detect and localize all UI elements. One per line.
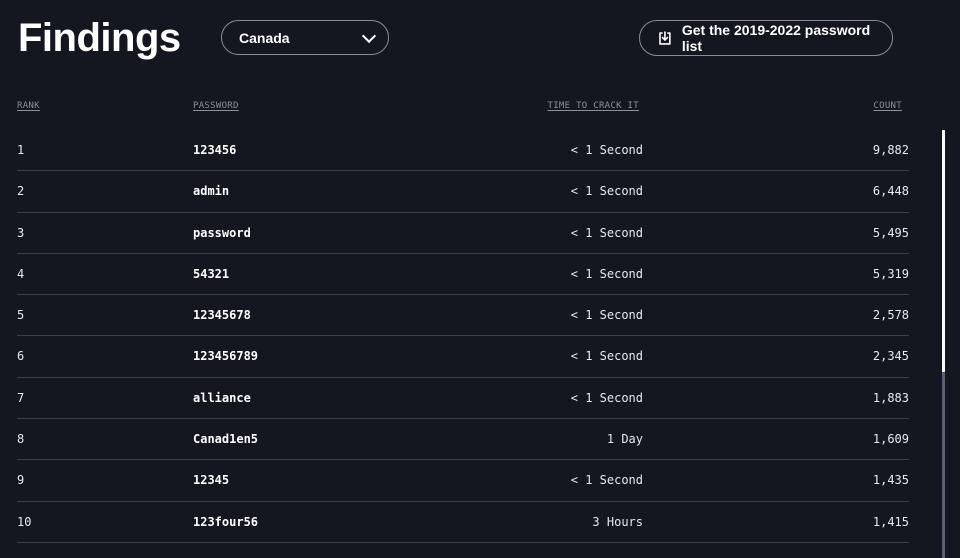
rank-cell: 10 (17, 514, 32, 529)
findings-page: Findings Canada Get the 2019-2022 passwo… (0, 0, 960, 558)
count-cell: 2,345 (872, 349, 909, 364)
count-cell: 1,883 (872, 390, 909, 405)
password-cell: 12345678 (193, 308, 251, 323)
time-to-crack-cell: < 1 Second (570, 143, 643, 157)
rank-cell: 9 (17, 473, 25, 488)
rank-cell: 7 (17, 390, 25, 405)
password-cell: 54321 (193, 266, 230, 281)
table-row: 6 123456789 < 1 Second 2,345 (17, 336, 909, 378)
table-row: 1 123456 < 1 Second 9,882 (17, 130, 909, 172)
rank-cell: 5 (17, 308, 25, 323)
download-password-list-button[interactable]: Get the 2019-2022 password list (639, 20, 893, 56)
chevron-down-icon (361, 28, 377, 43)
rank-cell: 4 (17, 266, 25, 281)
count-cell: 5,319 (872, 266, 909, 281)
time-to-crack-cell: 1 Day (606, 432, 643, 447)
password-cell: 123456789 (193, 349, 259, 364)
time-to-crack-cell: < 1 Second (570, 390, 643, 405)
table-header: RANK PASSWORD TIME TO CRACK IT COUNT (17, 96, 909, 130)
count-cell: 5,495 (872, 225, 909, 240)
count-cell: 1,435 (872, 473, 909, 488)
download-button-label: Get the 2019-2022 password list (681, 22, 871, 54)
table-row: 8 Canad1en5 1 Day 1,609 (17, 419, 909, 461)
country-select-value: Canada (239, 29, 290, 46)
table-row: 9 12345 < 1 Second 1,435 (17, 460, 909, 502)
rank-cell: 8 (17, 432, 25, 447)
rank-cell: 6 (17, 349, 25, 364)
count-cell: 9,882 (872, 143, 909, 157)
password-cell: alliance (193, 390, 251, 405)
password-cell: 123four56 (193, 514, 259, 529)
table-row: 5 12345678 < 1 Second 2,578 (17, 295, 909, 337)
download-icon (659, 30, 671, 45)
count-cell: 1,609 (872, 432, 909, 447)
time-to-crack-cell: < 1 Second (570, 473, 643, 488)
password-cell: 123456 (193, 143, 237, 157)
password-cell: 12345 (193, 473, 230, 488)
column-header-password[interactable]: PASSWORD (193, 101, 239, 111)
page-title: Findings (18, 16, 181, 60)
count-cell: 2,578 (872, 308, 909, 323)
table-row: 3 password < 1 Second 5,495 (17, 213, 909, 254)
table-row: 10 123four56 3 Hours 1,415 (17, 502, 909, 543)
column-header-time-to-crack[interactable]: TIME TO CRACK IT (548, 101, 640, 111)
time-to-crack-cell: < 1 Second (570, 349, 643, 364)
column-header-count[interactable]: COUNT (873, 101, 902, 111)
column-header-rank[interactable]: RANK (17, 101, 40, 111)
password-cell: password (193, 225, 251, 240)
table-row: 7 alliance < 1 Second 1,883 (17, 378, 909, 420)
time-to-crack-cell: < 1 Second (570, 266, 643, 281)
time-to-crack-cell: < 1 Second (570, 184, 643, 199)
table-row: 4 54321 < 1 Second 5,319 (17, 254, 909, 296)
time-to-crack-cell: < 1 Second (570, 225, 643, 240)
count-cell: 1,415 (872, 514, 909, 529)
password-cell: admin (193, 184, 230, 199)
country-select[interactable]: Canada (221, 20, 389, 55)
time-to-crack-cell: 3 Hours (592, 514, 643, 529)
time-to-crack-cell: < 1 Second (570, 308, 643, 323)
rank-cell: 3 (17, 225, 25, 240)
rank-cell: 1 (17, 143, 25, 157)
passwords-table: RANK PASSWORD TIME TO CRACK IT COUNT 1 1… (17, 96, 909, 543)
password-cell: Canad1en5 (193, 432, 259, 447)
scrollbar-track[interactable] (942, 130, 945, 558)
table-row: 2 admin < 1 Second 6,448 (17, 171, 909, 213)
rank-cell: 2 (17, 184, 25, 199)
count-cell: 6,448 (872, 184, 909, 199)
scrollbar-thumb[interactable] (942, 130, 945, 372)
